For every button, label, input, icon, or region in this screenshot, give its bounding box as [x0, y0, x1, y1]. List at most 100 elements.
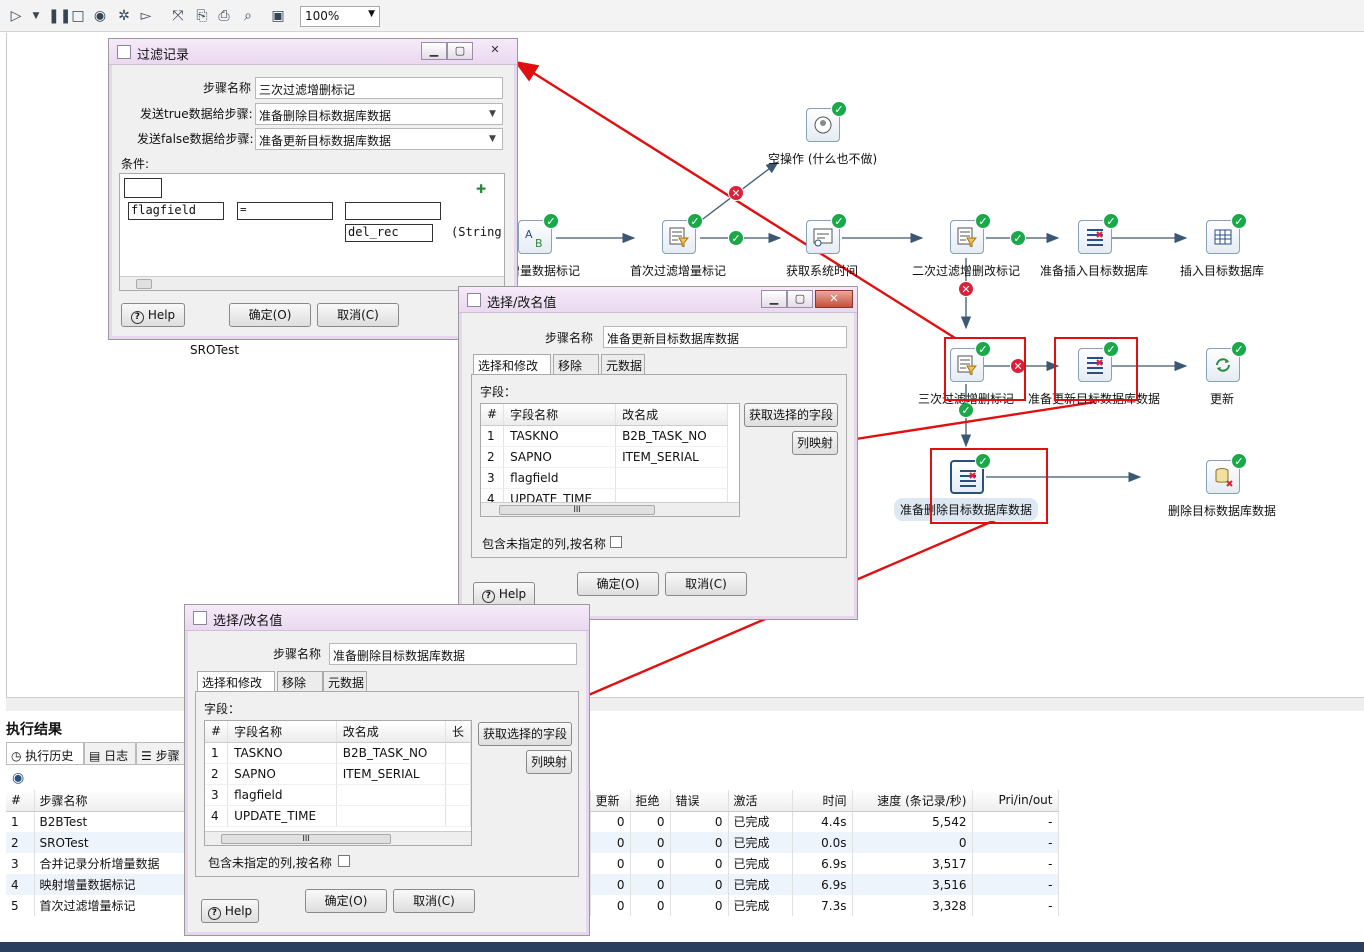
grid-hscrollbar[interactable]: III	[205, 831, 471, 845]
cell[interactable]: flagfield	[227, 784, 337, 806]
col-header[interactable]: 拒绝	[630, 790, 671, 812]
col-header[interactable]: 字段名称	[503, 404, 617, 426]
tab-select-modify[interactable]: 选择和修改	[197, 671, 275, 691]
col-header[interactable]: 速度 (条记录/秒)	[852, 790, 973, 812]
include-unspecified-checkbox[interactable]	[610, 536, 622, 548]
col-header[interactable]: 字段名称	[227, 721, 337, 743]
ok-button[interactable]: 确定(O)	[305, 889, 387, 913]
condition-negate-box[interactable]	[124, 178, 162, 198]
table-row[interactable]: 1 TASKNO B2B_TASK_NO	[481, 425, 729, 447]
cancel-button[interactable]: 取消(C)	[393, 889, 475, 913]
map-columns-button[interactable]: 列映射	[526, 750, 572, 774]
step-name-input[interactable]: 三次过滤增删标记	[255, 77, 503, 99]
step-name-input[interactable]: 准备更新目标数据库数据	[603, 326, 847, 348]
tab-log[interactable]: ▤ 日志	[84, 742, 136, 765]
cell[interactable]: B2B_TASK_NO	[615, 425, 729, 447]
cell[interactable]: SAPNO	[227, 763, 337, 785]
cell[interactable]: UPDATE_TIME	[227, 805, 337, 827]
help-icon: ?	[207, 907, 221, 920]
col-header[interactable]: 改名成	[615, 404, 729, 426]
cell: 4.4s	[792, 811, 853, 832]
cell[interactable]: SAPNO	[503, 446, 617, 468]
cancel-button[interactable]: 取消(C)	[317, 303, 399, 327]
condition-compare-field[interactable]	[345, 202, 441, 220]
get-fields-button[interactable]: 获取选择的字段	[478, 722, 572, 746]
col-header[interactable]: 时间	[792, 790, 853, 812]
step-name-input[interactable]: 准备删除目标数据库数据	[329, 643, 577, 665]
tab-select-modify[interactable]: 选择和修改	[473, 354, 551, 374]
close-icon[interactable]: ✕	[815, 290, 853, 308]
cell[interactable]: flagfield	[503, 467, 617, 489]
cell[interactable]: TASKNO	[227, 742, 337, 764]
cell[interactable]: TASKNO	[503, 425, 617, 447]
tab-metadata[interactable]: 元数据	[323, 671, 367, 691]
col-header[interactable]: #	[6, 790, 35, 812]
condition-hscrollbar[interactable]	[120, 276, 504, 290]
cell[interactable]	[336, 805, 446, 827]
col-header[interactable]: 更新	[590, 790, 631, 812]
select-value: 准备删除目标数据库数据	[259, 109, 392, 123]
cell[interactable]: ITEM_SERIAL	[336, 763, 446, 785]
grid-hscrollbar[interactable]: III	[481, 502, 739, 516]
table-row[interactable]: 2 SAPNO ITEM_SERIAL	[481, 446, 729, 468]
step-label: 二次过滤增删改标记	[912, 264, 1021, 278]
tab-history[interactable]: ◷ 执行历史	[6, 742, 84, 765]
step-label: 更新	[1210, 392, 1235, 406]
help-button[interactable]: ? Help	[201, 899, 259, 923]
maximize-icon[interactable]: ▢	[447, 42, 473, 60]
col-header[interactable]: Pri/in/out	[972, 790, 1059, 812]
tab-panel: 字段： # 字段名称 改名成长 1 TASKNO B2B_TASK_NO 2 SAPNO I…	[195, 691, 579, 877]
condition-field[interactable]: flagfield	[128, 202, 224, 220]
add-condition-icon[interactable]: ✚	[476, 182, 486, 196]
col-header[interactable]: #	[481, 404, 505, 426]
dialog-titlebar[interactable]: 选择/改名值	[185, 605, 589, 631]
help-button[interactable]: ? Help	[121, 303, 185, 327]
false-target-select[interactable]: 准备更新目标数据库数据 ▼	[255, 128, 503, 150]
maximize-icon[interactable]: ▢	[787, 290, 813, 308]
cell: 已完成	[728, 874, 793, 895]
ok-button[interactable]: 确定(O)	[577, 572, 659, 596]
dialog-titlebar[interactable]: 选择/改名值 ▁ ▢ ✕	[459, 287, 857, 313]
get-fields-button[interactable]: 获取选择的字段	[744, 403, 838, 427]
ok-button[interactable]: 确定(O)	[229, 303, 311, 327]
col-header[interactable]: 改名成	[336, 721, 446, 743]
condition-operator[interactable]: =	[237, 202, 333, 220]
col-header[interactable]: 错误	[670, 790, 729, 812]
filter-icon	[957, 227, 977, 247]
dialog-titlebar[interactable]: 过滤记录 ▁ ▢ ✕	[109, 39, 517, 65]
col-header[interactable]: #	[205, 721, 229, 743]
minimize-icon[interactable]: ▁	[421, 42, 447, 60]
cell[interactable]	[336, 784, 446, 806]
cell[interactable]	[615, 467, 729, 489]
condition-value[interactable]: del_rec	[345, 224, 433, 242]
close-icon[interactable]: ✕	[477, 42, 513, 60]
help-button[interactable]: ? Help	[473, 582, 535, 606]
fields-grid[interactable]: # 字段名称 改名成 1 TASKNO B2B_TASK_NO 2 SAPNO ITEM_S…	[480, 403, 740, 517]
fields-grid[interactable]: # 字段名称 改名成长 1 TASKNO B2B_TASK_NO 2 SAPNO ITEM_…	[204, 720, 472, 846]
true-target-select[interactable]: 准备删除目标数据库数据 ▼	[255, 103, 503, 125]
table-row[interactable]: 1 TASKNO B2B_TASK_NO	[205, 742, 471, 764]
table-row[interactable]: 4 UPDATE_TIME	[205, 805, 471, 827]
cell: -	[972, 832, 1059, 853]
cell[interactable]: ITEM_SERIAL	[615, 446, 729, 468]
eye-icon[interactable]: ◉	[12, 770, 24, 786]
cell: 0	[630, 832, 671, 853]
cancel-button[interactable]: 取消(C)	[665, 572, 747, 596]
col-header[interactable]: 激活	[728, 790, 793, 812]
condition-editor[interactable]: ✚ flagfield = del_rec (String	[119, 173, 505, 291]
cell: 0	[590, 832, 631, 853]
col-header[interactable]: 长	[445, 721, 471, 743]
tab-metadata[interactable]: 元数据	[601, 354, 645, 374]
tab-panel: 字段： # 字段名称 改名成 1 TASKNO B2B_TASK_NO 2 SAPNO IT…	[471, 374, 847, 558]
table-row[interactable]: 3 flagfield	[481, 467, 729, 489]
include-unspecified-checkbox[interactable]	[338, 855, 350, 867]
tab-remove[interactable]: 移除	[553, 354, 599, 374]
step-label: 准备插入目标数据库	[1040, 264, 1149, 278]
tab-remove[interactable]: 移除	[277, 671, 323, 691]
map-columns-button[interactable]: 列映射	[792, 431, 838, 455]
ok-badge: ✓	[1231, 453, 1247, 469]
cell[interactable]: B2B_TASK_NO	[336, 742, 446, 764]
minimize-icon[interactable]: ▁	[761, 290, 787, 308]
table-row[interactable]: 2 SAPNO ITEM_SERIAL	[205, 763, 471, 785]
table-row[interactable]: 3 flagfield	[205, 784, 471, 806]
